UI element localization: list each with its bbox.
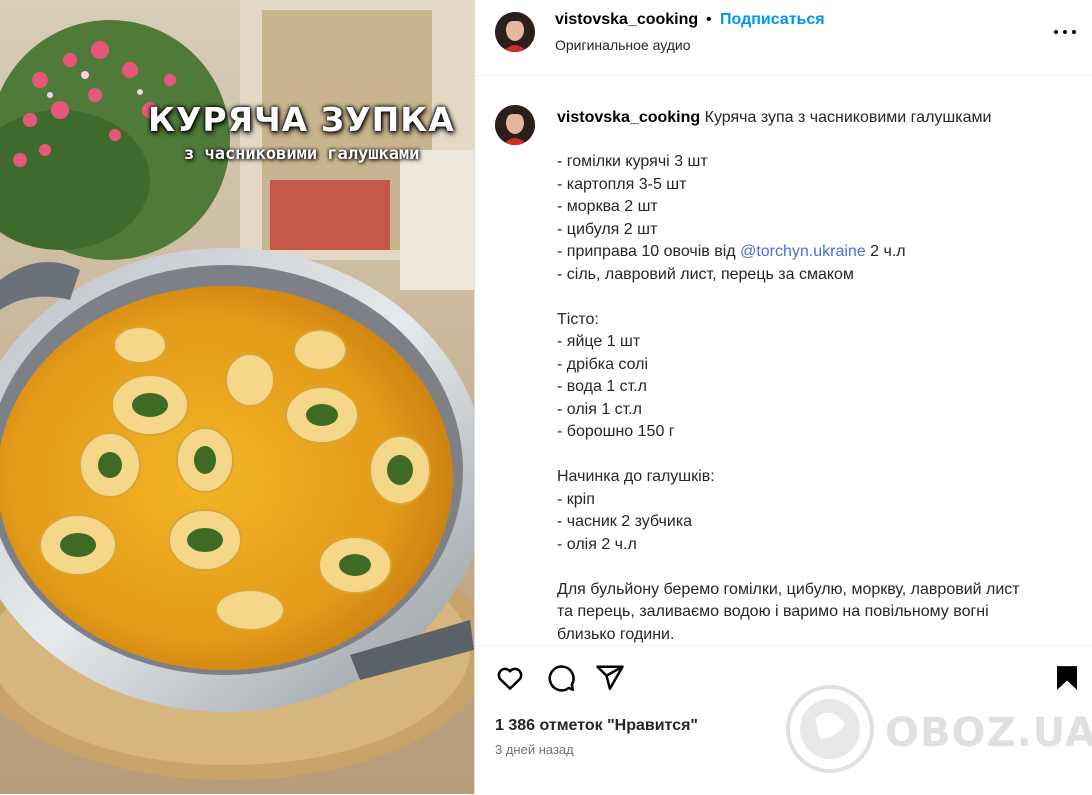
caption-text: - гомілки курячі 3 шт - картопля 3-5 шт - … — [557, 151, 1077, 645]
share-icon[interactable] — [595, 663, 625, 693]
video-overlay-title: КУРЯЧА ЗУПКА — [148, 100, 455, 139]
caption-line: - кріп — [557, 490, 595, 508]
caption-line — [557, 286, 1077, 309]
caption-line: та перець, заливаємо водою і варимо на п… — [557, 603, 989, 620]
avatar[interactable] — [495, 12, 535, 52]
header-separator: • — [706, 11, 712, 28]
post-actions: 1 386 отметок "Нравится" 3 дней назад OB… — [475, 645, 1092, 795]
audio-link[interactable]: Оригинальное аудио — [555, 37, 691, 53]
caption-line: Начинка до галушків: — [557, 468, 715, 485]
likes-count[interactable]: 1 386 отметок "Нравится" — [495, 717, 698, 735]
caption-line — [557, 444, 1077, 467]
caption-line: - часник 2 зубчика — [557, 513, 693, 530]
avatar-image — [495, 12, 535, 52]
caption-line: - вода 1 ст.л — [557, 378, 647, 395]
mention-link[interactable]: @torchyn.ukraine — [740, 243, 866, 260]
caption-line: - дрібка солі — [557, 355, 649, 373]
caption-line: - гомілки курячі 3 шт — [557, 153, 708, 170]
post-header: vistovska_cooking • Подписаться Оригинал… — [475, 0, 1092, 76]
post-date[interactable]: 3 дней назад — [495, 742, 574, 757]
caption-heading: vistovska_cooking Куряча зупа з часников… — [557, 107, 1077, 129]
caption-line: - картопля 3-5 шт — [557, 175, 687, 193]
caption-line: Тісто: — [557, 310, 599, 328]
video-overlay-subtitle: з часниковими галушками — [184, 144, 420, 164]
comment-icon[interactable] — [546, 663, 576, 693]
post-caption: vistovska_cooking Куряча зупа з часников… — [475, 75, 1092, 645]
more-horizontal-icon[interactable] — [1052, 22, 1078, 42]
heart-icon[interactable] — [495, 663, 525, 693]
caption-line: - борошно 150 г — [557, 423, 675, 440]
caption-line: - цибуля 2 шт — [557, 220, 658, 238]
caption-text-fragment: 2 ч.л — [865, 243, 906, 260]
post-panel: vistovska_cooking • Подписаться Оригинал… — [474, 0, 1092, 794]
caption-line: Для бульйону беремо гомілки, цибулю, мор… — [557, 580, 1020, 598]
globe-icon — [786, 685, 874, 773]
caption-line: близько години. — [557, 625, 675, 643]
header-username[interactable]: vistovska_cooking — [555, 11, 698, 29]
caption-line: - морква 2 шт — [557, 198, 658, 215]
caption-line-mention: - приправа 10 овочів від @torchyn.ukrain… — [557, 241, 1077, 264]
caption-line: - олія 1 ст.л — [557, 400, 642, 418]
post-media[interactable]: КУРЯЧА ЗУПКА з часниковими галушками — [0, 0, 474, 794]
avatar-image — [495, 105, 535, 145]
caption-line: - сіль, лавровий лист, перець за смаком — [557, 265, 854, 283]
caption-line — [557, 556, 1077, 579]
caption-avatar[interactable] — [495, 105, 535, 145]
caption-title: Куряча зупа з часниковими галушками — [704, 109, 992, 126]
caption-line: - яйце 1 шт — [557, 333, 641, 350]
caption-text-fragment: - приправа 10 овочів від — [557, 243, 741, 260]
caption-username[interactable]: vistovska_cooking — [557, 109, 700, 126]
watermark: OBOZ.UA — [785, 684, 1092, 784]
caption-line: - олія 2 ч.л — [557, 535, 637, 553]
watermark-text: OBOZ.UA — [885, 710, 1092, 756]
follow-button[interactable]: Подписаться — [720, 11, 825, 29]
